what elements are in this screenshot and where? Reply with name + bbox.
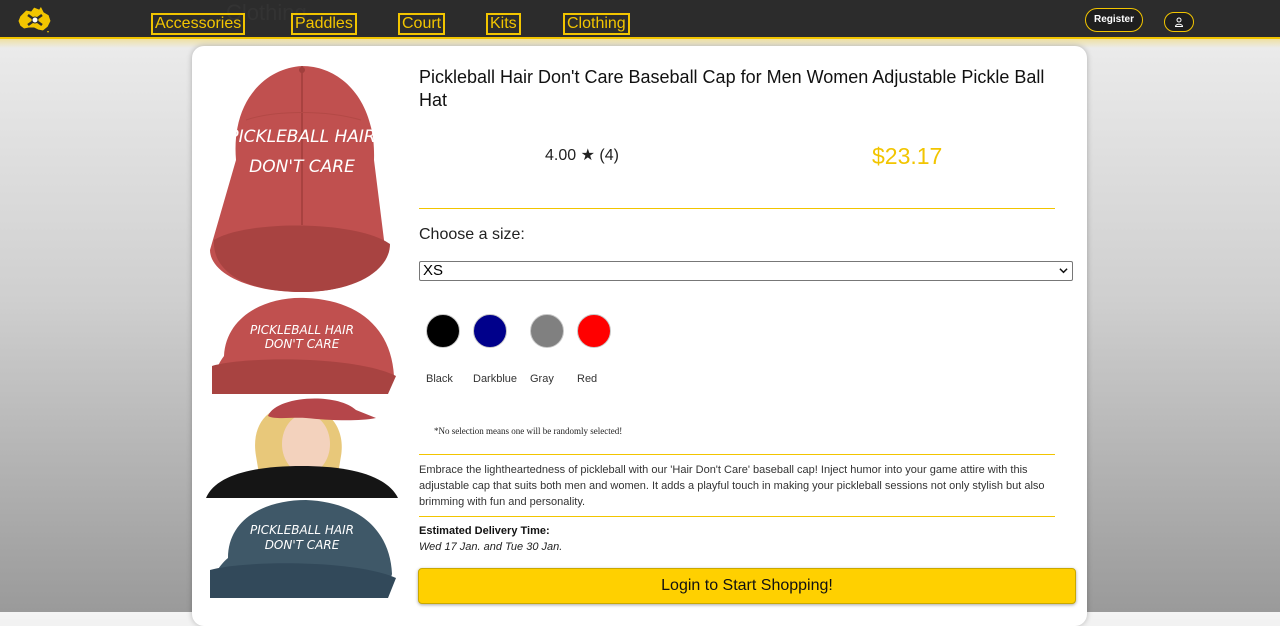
product-card: PICKLEBALL HAIR DON'T CARE PICKLEBALL HA… — [192, 46, 1087, 626]
register-button[interactable]: Register — [1085, 8, 1143, 32]
color-swatch-black[interactable] — [426, 314, 460, 348]
product-price: $23.17 — [872, 143, 943, 169]
cap-side-text-line1: PICKLEBALL HAIR — [250, 323, 354, 337]
nav-link-kits[interactable]: Kits — [486, 13, 521, 35]
nav-link-accessories[interactable]: Accessories — [151, 13, 246, 35]
user-icon — [1174, 17, 1184, 27]
cap-text-line2: DON'T CARE — [249, 157, 355, 177]
size-label: Choose a size: — [419, 226, 525, 243]
nav-link-paddles[interactable]: Paddles — [291, 13, 357, 35]
product-description: Embrace the lightheartedness of pickleba… — [419, 464, 1045, 508]
size-select-value: XS — [423, 262, 444, 279]
product-image-red-cap-front[interactable]: PICKLEBALL HAIR DON'T CARE — [206, 60, 398, 296]
nav-link-clothing[interactable]: Clothing — [563, 13, 630, 35]
cap-text-line1: PICKLEBALL HAIR — [228, 127, 375, 147]
divider — [419, 454, 1055, 455]
product-image-blue-cap[interactable]: PICKLEBALL HAIR DON'T CARE — [206, 498, 398, 602]
delivery-label: Estimated Delivery Time: — [419, 525, 550, 537]
delivery-dates: Wed 17 Jan. and Tue 30 Jan. — [419, 541, 563, 553]
color-label-darkblue[interactable]: Darkblue — [473, 373, 517, 385]
color-label-black[interactable]: Black — [426, 373, 453, 385]
divider — [419, 208, 1055, 209]
color-swatch-red[interactable] — [577, 314, 611, 348]
product-rating: 4.00 ★ (4) — [545, 147, 619, 164]
color-label-gray[interactable]: Gray — [530, 373, 554, 385]
size-select[interactable]: XS — [419, 261, 1073, 281]
cap-side-text-line2: DON'T CARE — [265, 337, 340, 351]
blue-cap-text-line1: PICKLEBALL HAIR — [250, 523, 354, 537]
blue-cap-text-line2: DON'T CARE — [265, 538, 340, 552]
nav-link-court[interactable]: Court — [398, 13, 446, 35]
product-image-red-cap-side[interactable]: PICKLEBALL HAIR DON'T CARE — [206, 296, 398, 396]
chevron-down-icon — [1059, 268, 1068, 274]
color-label-red[interactable]: Red — [577, 373, 597, 385]
top-nav-bar: Clothing Accessories Paddles Court Kits … — [0, 0, 1280, 39]
product-image-model-wearing-cap[interactable] — [206, 396, 398, 498]
color-selection-note: *No selection means one will be randomly… — [434, 426, 623, 436]
divider — [419, 516, 1055, 517]
account-button[interactable] — [1164, 12, 1194, 32]
australia-logo-icon[interactable] — [16, 4, 54, 34]
color-swatch-gray[interactable] — [530, 314, 564, 348]
color-swatch-darkblue[interactable] — [473, 314, 507, 348]
login-to-shop-button[interactable]: Login to Start Shopping! — [418, 568, 1076, 604]
product-title: Pickleball Hair Don't Care Baseball Cap … — [419, 67, 1045, 110]
